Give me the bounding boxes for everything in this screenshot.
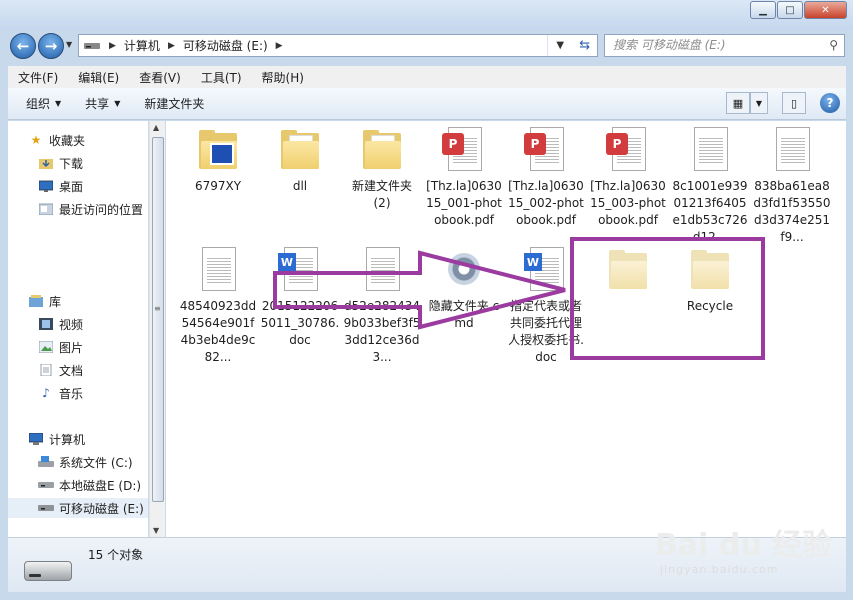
object-count: 15 个对象 (88, 548, 144, 562)
baidu-watermark-url: jingyan.baidu.com (660, 563, 779, 576)
removable-drive-icon (24, 561, 72, 581)
baidu-watermark: Bai du 经验 (655, 528, 833, 563)
annotation-arrow (273, 250, 566, 330)
annotation-highlight-box (570, 237, 765, 360)
